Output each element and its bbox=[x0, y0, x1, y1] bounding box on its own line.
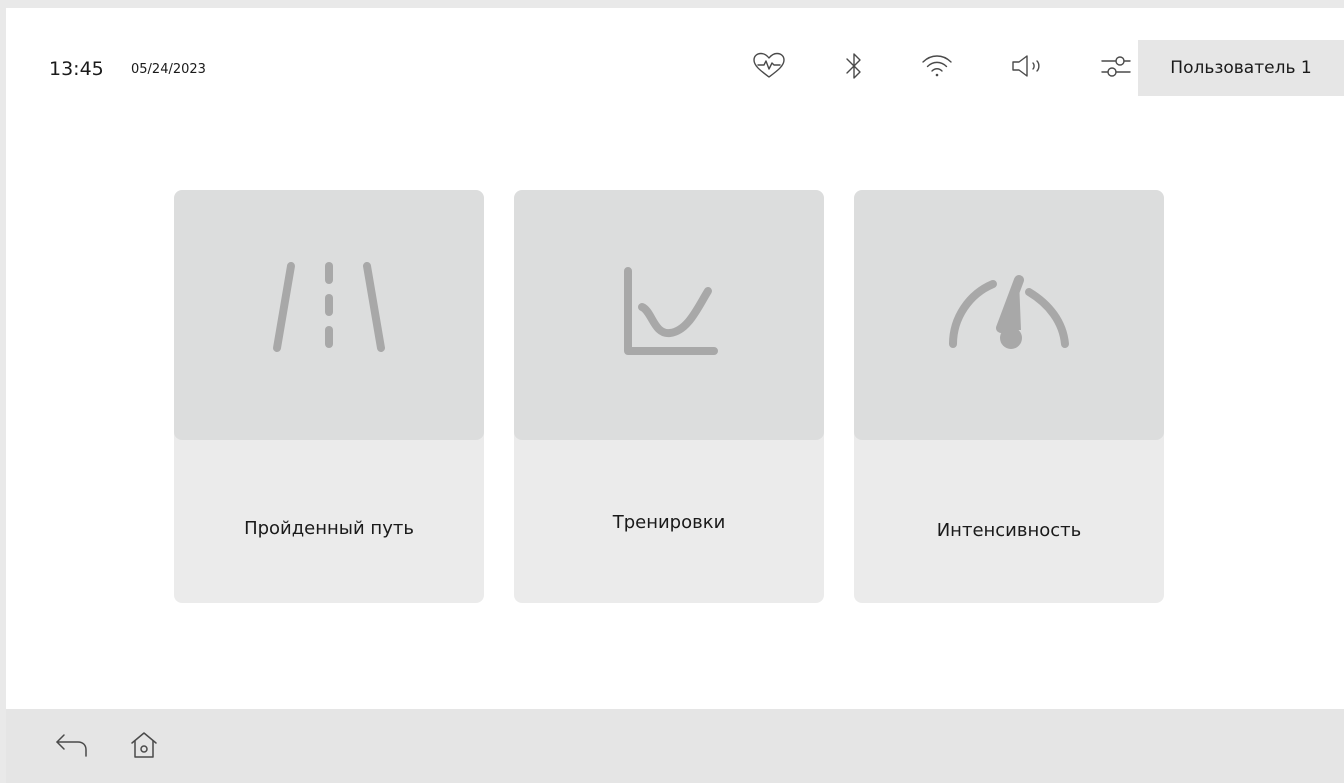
wifi-icon[interactable] bbox=[917, 48, 957, 84]
tile-distance-icon-area bbox=[174, 190, 484, 440]
tile-intensity-icon-area bbox=[854, 190, 1164, 440]
tile-distance-label: Пройденный путь bbox=[244, 518, 414, 539]
back-icon bbox=[54, 731, 90, 763]
settings-sliders-icon[interactable] bbox=[1096, 48, 1136, 84]
chart-icon bbox=[614, 263, 724, 367]
speedometer-icon bbox=[939, 268, 1079, 362]
home-button[interactable] bbox=[124, 727, 164, 767]
user-profile-button[interactable]: Пользователь 1 bbox=[1138, 40, 1344, 96]
clock-date: 05/24/2023 bbox=[131, 62, 206, 77]
tile-intensity[interactable]: Интенсивность bbox=[854, 190, 1164, 603]
tile-intensity-label: Интенсивность bbox=[936, 520, 1082, 541]
back-button[interactable] bbox=[52, 727, 92, 767]
volume-icon[interactable] bbox=[1008, 48, 1048, 84]
home-icon bbox=[129, 730, 159, 764]
tile-workouts-icon-area bbox=[514, 190, 824, 440]
road-icon bbox=[269, 258, 389, 372]
user-profile-label: Пользователь 1 bbox=[1170, 58, 1312, 78]
clock-time: 13:45 bbox=[49, 58, 104, 80]
heart-rate-icon[interactable] bbox=[749, 48, 789, 84]
tile-workouts-label: Тренировки bbox=[612, 512, 726, 533]
bottom-navigation-bar bbox=[6, 709, 1344, 783]
tile-distance[interactable]: Пройденный путь bbox=[174, 190, 484, 603]
tile-workouts[interactable]: Тренировки bbox=[514, 190, 824, 603]
bluetooth-icon[interactable] bbox=[834, 48, 874, 84]
